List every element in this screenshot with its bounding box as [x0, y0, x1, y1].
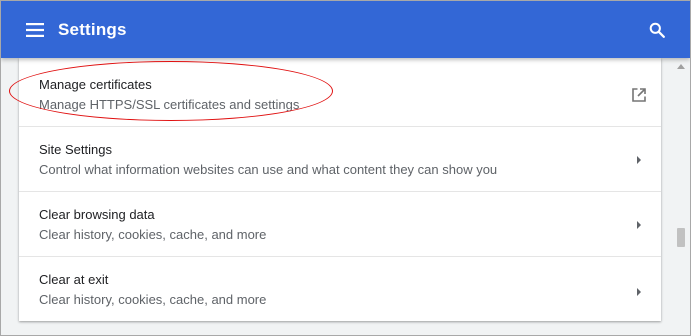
- setting-label: Clear at exit: [39, 272, 109, 287]
- page-title: Settings: [58, 20, 127, 39]
- settings-window: Settings Manage certificates Manage HTTP…: [0, 0, 691, 336]
- setting-label: Site Settings: [39, 142, 112, 157]
- chevron-right-icon[interactable]: [629, 282, 649, 302]
- scroll-up-arrow-icon[interactable]: [677, 64, 685, 69]
- external-link-icon[interactable]: [629, 85, 649, 105]
- top-app-bar: Settings: [1, 1, 690, 58]
- scrollbar-thumb[interactable]: [677, 228, 685, 247]
- settings-card: Manage certificates Manage HTTPS/SSL cer…: [19, 58, 661, 321]
- setting-description: Clear history, cookies, cache, and more: [39, 292, 267, 307]
- setting-label: Manage certificates: [39, 77, 152, 92]
- search-icon[interactable]: [646, 19, 668, 41]
- setting-row-clear-at-exit[interactable]: Clear at exit Clear history, cookies, ca…: [19, 256, 661, 321]
- chevron-right-icon[interactable]: [629, 215, 649, 235]
- setting-label: Clear browsing data: [39, 207, 155, 222]
- setting-row-site-settings[interactable]: Site Settings Control what information w…: [19, 126, 661, 191]
- setting-description: Clear history, cookies, cache, and more: [39, 227, 267, 242]
- setting-description: Control what information websites can us…: [39, 162, 498, 177]
- hamburger-menu-icon[interactable]: [23, 20, 47, 40]
- scrollbar[interactable]: [673, 58, 690, 335]
- setting-row-clear-browsing-data[interactable]: Clear browsing data Clear history, cooki…: [19, 191, 661, 256]
- setting-row-manage-certificates[interactable]: Manage certificates Manage HTTPS/SSL cer…: [19, 58, 661, 123]
- chevron-right-icon[interactable]: [629, 150, 649, 170]
- setting-description: Manage HTTPS/SSL certificates and settin…: [39, 97, 300, 112]
